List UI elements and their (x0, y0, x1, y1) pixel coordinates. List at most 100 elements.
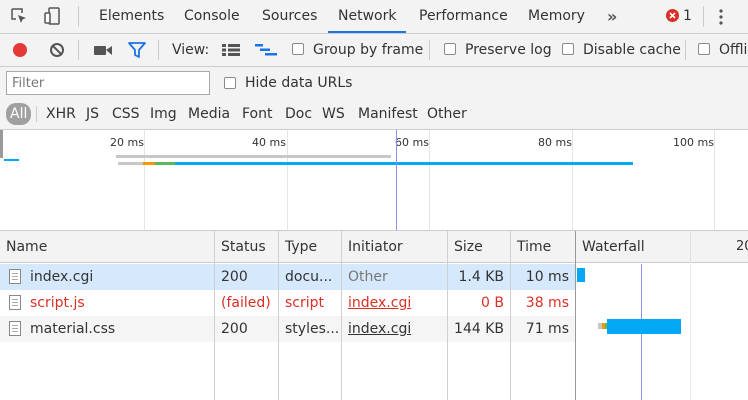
overview-gridline (572, 130, 573, 230)
offline-label[interactable]: Offli (719, 34, 747, 66)
group-by-frame-label[interactable]: Group by frame (313, 34, 423, 66)
column-divider[interactable] (341, 231, 342, 400)
overview-gridline (429, 130, 430, 230)
document-file-icon (9, 269, 21, 284)
hide-data-urls-label[interactable]: Hide data URLs (245, 67, 352, 99)
request-time: 10 ms (525, 269, 569, 285)
request-type: styles... (285, 321, 339, 337)
network-overview-timeline[interactable]: 20 ms 40 ms 60 ms 80 ms 100 ms (0, 130, 748, 231)
request-name[interactable]: script.js (30, 290, 210, 316)
hide-data-urls-checkbox[interactable] (224, 77, 236, 89)
device-toolbar-icon[interactable] (44, 7, 62, 25)
error-badge-icon[interactable] (666, 9, 679, 22)
type-filter-ws[interactable]: WS (322, 103, 345, 125)
table-row[interactable]: script.js (failed) script index.cgi 0 B … (0, 290, 576, 316)
more-options-icon[interactable] (715, 8, 727, 26)
waterfall-tick-label: 20 (736, 239, 748, 254)
waterfall-bar[interactable] (607, 319, 681, 334)
column-header-status[interactable]: Status (215, 231, 278, 263)
column-header-waterfall[interactable]: Waterfall (576, 231, 748, 263)
request-status: 200 (221, 321, 248, 337)
request-initiator-link[interactable]: index.cgi (348, 316, 444, 342)
table-row[interactable]: index.cgi 200 docu... Other 1.4 KB 10 ms (0, 264, 576, 290)
request-type: docu... (285, 269, 333, 285)
clear-icon[interactable] (49, 42, 65, 58)
column-divider[interactable] (575, 231, 576, 400)
network-toolbar: View: Group by frame Preserve log Disabl… (0, 34, 748, 67)
overview-tick-label: 60 ms (395, 136, 429, 149)
disable-cache-label[interactable]: Disable cache (583, 34, 681, 66)
request-time: 38 ms (525, 295, 569, 311)
column-header-name[interactable]: Name (0, 231, 214, 263)
column-header-initiator[interactable]: Initiator (342, 231, 447, 263)
type-filter-js[interactable]: JS (86, 103, 99, 125)
type-filter-manifest[interactable]: Manifest (358, 103, 418, 125)
overview-tick-label: 80 ms (538, 136, 572, 149)
tab-performance[interactable]: Performance (409, 0, 518, 33)
view-label: View: (172, 42, 210, 58)
overview-request-bar (155, 162, 175, 165)
tabs-overflow-button[interactable]: » (597, 0, 627, 33)
waterfall-overview-icon[interactable] (255, 44, 277, 56)
toolbar-divider (158, 40, 159, 60)
request-name[interactable]: material.css (30, 316, 210, 342)
offline-checkbox[interactable] (698, 43, 710, 55)
close-x-icon (669, 12, 676, 19)
column-divider[interactable] (278, 231, 279, 400)
request-status: (failed) (221, 295, 271, 311)
overview-gridline (287, 130, 288, 230)
overview-tick-label: 20 ms (110, 136, 144, 149)
request-name[interactable]: index.cgi (30, 264, 210, 290)
column-header-type[interactable]: Type (279, 231, 341, 263)
type-filter-doc[interactable]: Doc (285, 103, 312, 125)
type-filter-other[interactable]: Other (427, 103, 467, 125)
type-filter-font[interactable]: Font (242, 103, 272, 125)
record-icon[interactable] (12, 42, 28, 58)
waterfall-bar[interactable] (577, 268, 585, 282)
type-filter-all[interactable]: All (6, 103, 32, 125)
overview-request-bar (116, 155, 391, 158)
overview-left-handle[interactable] (0, 130, 3, 158)
request-type: script (285, 295, 325, 311)
table-row[interactable]: material.css 200 styles... index.cgi 144… (0, 316, 576, 342)
type-filter-css[interactable]: CSS (112, 103, 140, 125)
toolbar-divider (78, 40, 79, 60)
request-initiator-link[interactable]: index.cgi (348, 290, 444, 316)
preserve-log-checkbox[interactable] (444, 43, 456, 55)
document-file-icon (9, 295, 21, 310)
tab-network[interactable]: Network (328, 0, 407, 33)
column-divider[interactable] (214, 231, 215, 400)
waterfall-gridline (690, 231, 691, 263)
overview-request-bar (118, 162, 143, 165)
error-count[interactable]: 1 (683, 0, 692, 33)
type-filter-xhr[interactable]: XHR (46, 103, 76, 125)
request-size: 0 B (481, 295, 504, 311)
column-header-time[interactable]: Time (511, 231, 575, 263)
request-status: 200 (221, 269, 248, 285)
request-time: 71 ms (525, 321, 569, 337)
tab-console[interactable]: Console (174, 0, 250, 33)
large-rows-icon[interactable] (222, 44, 240, 56)
overview-tick-label: 40 ms (252, 136, 286, 149)
inspect-element-icon[interactable] (10, 7, 28, 25)
group-by-frame-checkbox[interactable] (292, 43, 304, 55)
overview-request-bar (143, 162, 155, 165)
document-file-icon (9, 321, 21, 336)
filter-funnel-icon[interactable] (128, 42, 146, 59)
column-header-size[interactable]: Size (448, 231, 510, 263)
tab-elements[interactable]: Elements (89, 0, 174, 33)
type-filter-media[interactable]: Media (188, 103, 230, 125)
disable-cache-checkbox[interactable] (562, 43, 574, 55)
devtools-tab-bar: Elements Console Sources Network Perform… (0, 0, 748, 34)
preserve-log-label[interactable]: Preserve log (465, 34, 552, 66)
type-filter-img[interactable]: Img (150, 103, 177, 125)
overview-request-bar (4, 159, 19, 161)
video-camera-icon[interactable] (93, 43, 113, 57)
tab-memory[interactable]: Memory (518, 0, 595, 33)
filter-input[interactable] (6, 71, 210, 95)
column-divider[interactable] (447, 231, 448, 400)
resource-type-filter-bar: All XHR JS CSS Img Media Font Doc WS Man… (0, 99, 748, 130)
tab-sources[interactable]: Sources (252, 0, 327, 33)
column-divider[interactable] (510, 231, 511, 400)
overview-tick-label: 100 ms (673, 136, 714, 149)
